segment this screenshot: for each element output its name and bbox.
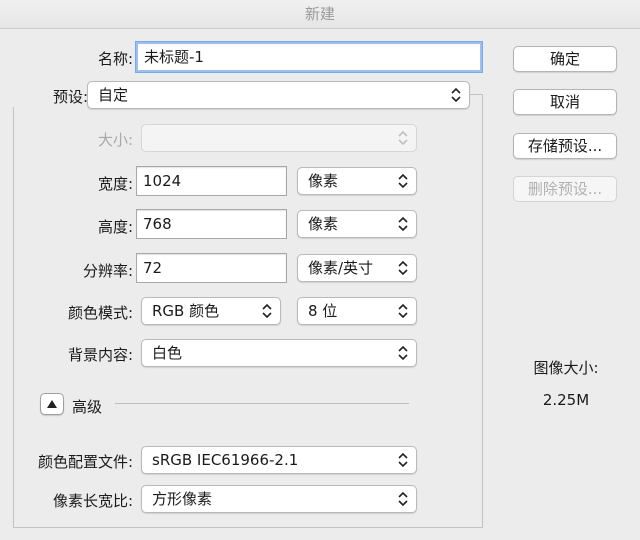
size-label: 大小: <box>97 131 133 149</box>
resolution-input[interactable]: 72 <box>136 253 287 283</box>
pixel-aspect-label: 像素长宽比: <box>52 492 133 510</box>
resolution-label: 分辨率: <box>82 262 133 280</box>
delete-preset-button: 删除预设... <box>513 176 617 202</box>
height-label: 高度: <box>97 218 133 236</box>
chevron-updown-icon <box>398 130 408 146</box>
ok-button[interactable]: 确定 <box>513 46 617 72</box>
color-mode-label: 颜色模式: <box>67 304 133 322</box>
width-input[interactable]: 1024 <box>136 166 287 196</box>
image-size-value: 2.25M <box>542 391 590 409</box>
name-label: 名称: <box>97 50 133 68</box>
background-value: 白色 <box>152 344 183 362</box>
pixel-aspect-select[interactable]: 方形像素 <box>141 485 417 513</box>
chevron-updown-icon <box>398 216 408 232</box>
color-mode-select[interactable]: RGB 颜色 <box>141 297 281 325</box>
background-select[interactable]: 白色 <box>141 339 417 367</box>
width-unit-value: 像素 <box>308 172 339 190</box>
advanced-toggle-button[interactable] <box>40 393 64 415</box>
advanced-label: 高级 <box>72 398 103 416</box>
height-unit-value: 像素 <box>308 215 339 233</box>
pixel-aspect-value: 方形像素 <box>152 490 213 508</box>
height-input[interactable]: 768 <box>136 209 287 239</box>
chevron-updown-icon <box>398 491 408 507</box>
preset-select[interactable]: 自定 <box>87 81 470 109</box>
bit-depth-value: 8 位 <box>308 302 338 320</box>
color-profile-label: 颜色配置文件: <box>37 453 133 471</box>
width-label: 宽度: <box>97 175 133 193</box>
chevron-updown-icon <box>398 303 408 319</box>
width-unit-select[interactable]: 像素 <box>297 167 417 195</box>
chevron-updown-icon <box>398 452 408 468</box>
chevron-updown-icon <box>398 345 408 361</box>
chevron-updown-icon <box>262 303 272 319</box>
triangle-up-icon <box>47 400 57 408</box>
background-label: 背景内容: <box>67 346 133 364</box>
height-unit-select[interactable]: 像素 <box>297 210 417 238</box>
resolution-unit-select[interactable]: 像素/英寸 <box>297 254 417 282</box>
name-input[interactable]: 未标题-1 <box>136 42 482 72</box>
size-select <box>141 124 417 152</box>
cancel-button[interactable]: 取消 <box>513 89 617 115</box>
save-preset-button[interactable]: 存储预设... <box>513 133 617 159</box>
image-size-label: 图像大小: <box>533 359 599 377</box>
color-profile-select[interactable]: sRGB IEC61966-2.1 <box>141 446 417 474</box>
window-title: 新建 <box>0 0 640 29</box>
color-mode-value: RGB 颜色 <box>152 302 220 320</box>
advanced-divider <box>115 403 409 404</box>
bit-depth-select[interactable]: 8 位 <box>297 297 417 325</box>
color-profile-value: sRGB IEC61966-2.1 <box>152 451 299 469</box>
chevron-updown-icon <box>398 260 408 276</box>
preset-value: 自定 <box>98 86 129 104</box>
resolution-unit-value: 像素/英寸 <box>308 259 374 277</box>
preset-label: 预设: <box>10 86 88 107</box>
chevron-updown-icon <box>451 87 461 103</box>
chevron-updown-icon <box>398 173 408 189</box>
